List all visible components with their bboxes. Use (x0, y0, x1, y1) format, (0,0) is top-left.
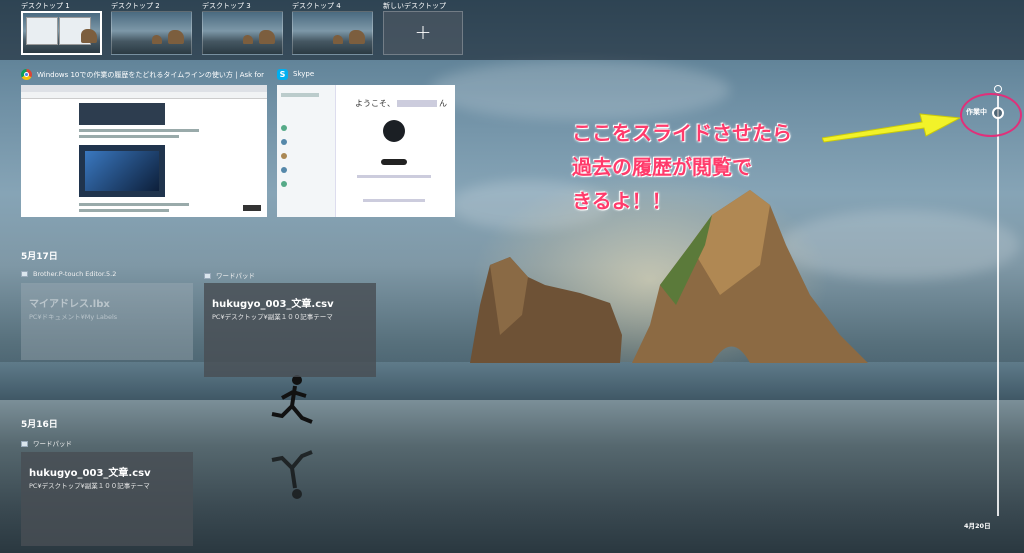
activity-path: PC¥デスクトップ¥副業１００記事テーマ (29, 482, 150, 490)
virtual-desktop-thumbnail (21, 11, 102, 55)
activity-app-label: Brother.P-touch Editor.5.2 (21, 270, 116, 278)
activity-path: PC¥デスクトップ¥副業１００記事テーマ (212, 313, 333, 321)
ptouch-app-icon (21, 271, 28, 277)
timeline-scroll-track[interactable] (997, 96, 999, 516)
chrome-icon (21, 69, 32, 80)
activity-card[interactable]: hukugyo_003_文章.csv PC¥デスクトップ¥副業１００記事テーマ (21, 452, 193, 546)
timeline-day-label: 5月17日 (21, 252, 58, 262)
window-title: Windows 10での作業の履歴をたどれるタイムラインの使い方 | Ask f… (37, 71, 265, 79)
window-title: Skype (293, 70, 315, 78)
activity-card[interactable]: hukugyo_003_文章.csv PC¥デスクトップ¥副業１００記事テーマ (204, 283, 376, 377)
window-preview (21, 85, 267, 217)
wordpad-app-icon (21, 441, 28, 447)
virtual-desktop-thumbnail (202, 11, 283, 55)
skype-welcome-suffix: ん (439, 99, 447, 108)
activity-app-label: ワードパッド (204, 270, 255, 280)
avatar (383, 120, 405, 142)
skype-welcome-text: ようこそ、 (355, 99, 395, 108)
timeline-scroll-top[interactable] (994, 85, 1002, 93)
virtual-desktop-label: デスクトップ 3 (202, 2, 251, 10)
background-cloud (430, 60, 730, 120)
timeline-end-date: 4月20日 (964, 522, 991, 530)
virtual-desktop-label: デスクトップ 1 (21, 2, 70, 10)
wordpad-app-icon (204, 273, 211, 279)
skype-icon: S (277, 69, 288, 80)
annotation-text: ここをスライドさせたら 過去の履歴が閲覧で きるよ！！ (572, 121, 792, 213)
virtual-desktop-thumbnail (292, 11, 373, 55)
window-preview: ようこそ、 ん (277, 85, 455, 217)
annotation-arrow-icon (822, 113, 962, 143)
activity-title: hukugyo_003_文章.csv (29, 468, 151, 479)
new-desktop-label: 新しいデスクトップ (383, 2, 446, 10)
activity-title: hukugyo_003_文章.csv (212, 299, 334, 310)
activity-path: PC¥ドキュメント¥My Labels (29, 313, 118, 321)
background-runner (271, 375, 313, 499)
window-skype[interactable]: S Skype ようこそ、 ん (277, 69, 455, 217)
virtual-desktop-thumbnail (111, 11, 192, 55)
new-desktop-button[interactable]: + (383, 11, 463, 55)
activity-title: マイアドレス.lbx (29, 299, 110, 310)
virtual-desktop-label: デスクトップ 4 (292, 2, 341, 10)
plus-icon: + (414, 20, 432, 44)
annotation-highlight-circle (960, 93, 1022, 137)
window-browser[interactable]: Windows 10での作業の履歴をたどれるタイムラインの使い方 | Ask f… (21, 69, 267, 217)
activity-card[interactable]: マイアドレス.lbx PC¥ドキュメント¥My Labels (21, 283, 193, 360)
timeline-day-label: 5月16日 (21, 420, 58, 430)
activity-app-label: ワードパッド (21, 438, 72, 448)
virtual-desktop-label: デスクトップ 2 (111, 2, 160, 10)
